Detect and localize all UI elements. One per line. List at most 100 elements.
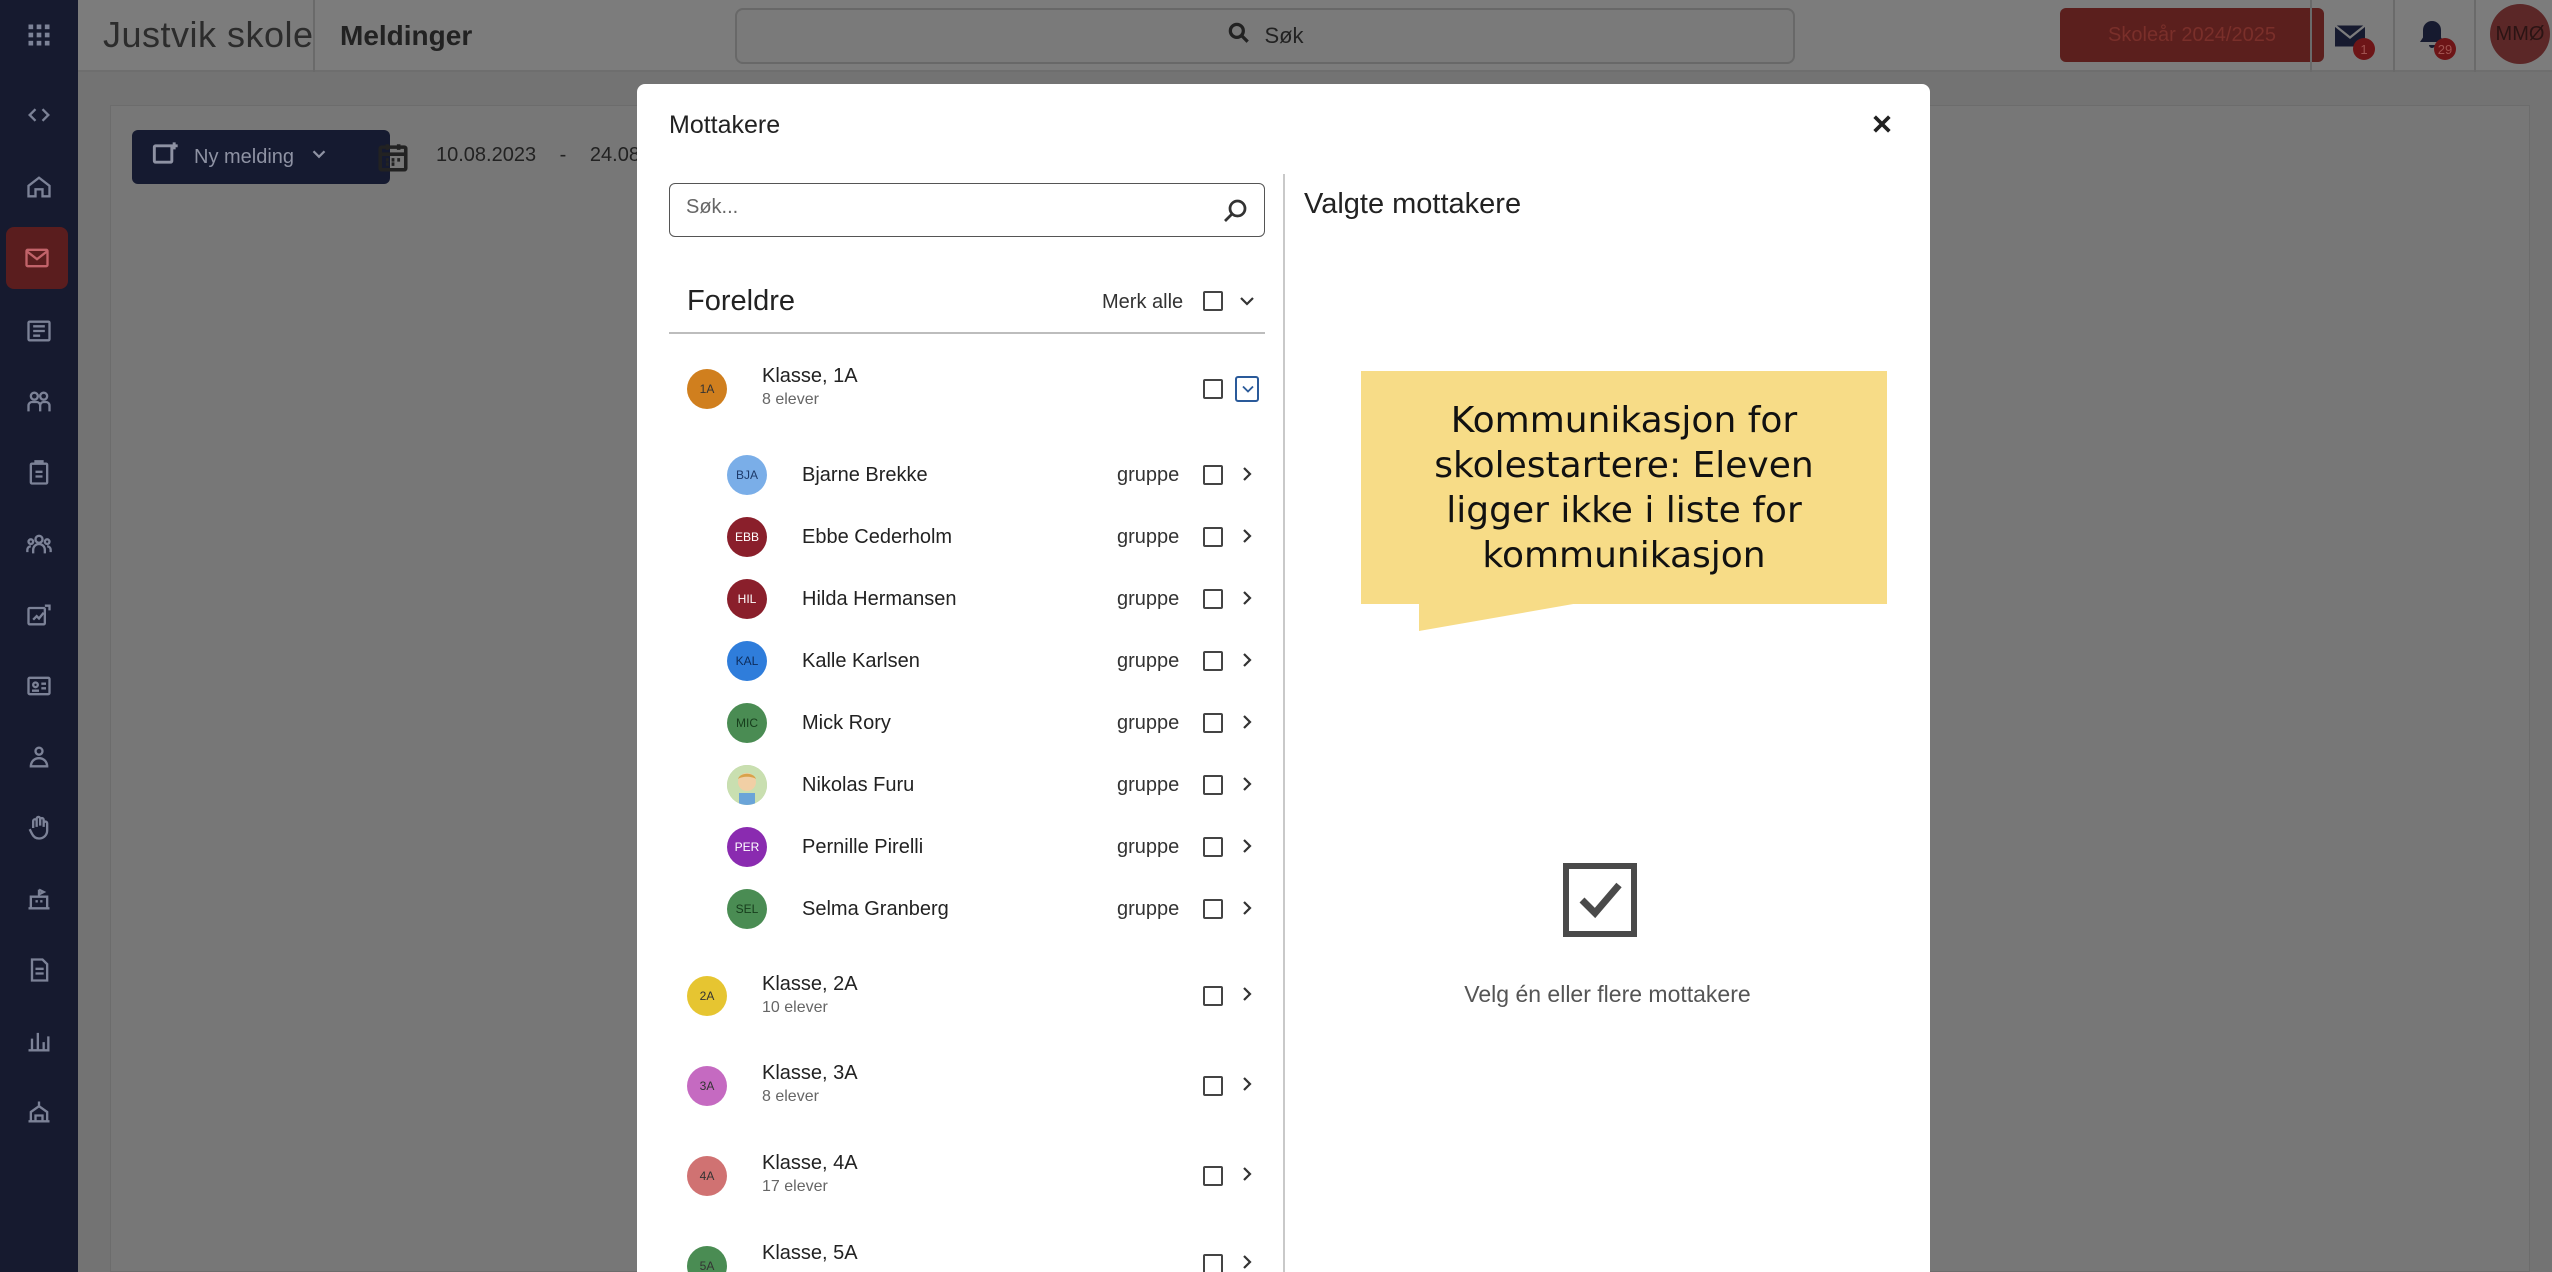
class-checkbox[interactable]	[1203, 1076, 1223, 1096]
school-name[interactable]: Justvik skole	[103, 14, 314, 56]
divider	[2310, 0, 2312, 72]
student-tag: gruppe	[1117, 526, 1180, 548]
expand-collapse-icon[interactable]	[18, 94, 60, 136]
class-name: Klasse, 2A	[762, 973, 858, 995]
class-checkbox[interactable]	[1203, 1254, 1223, 1272]
school-year-button[interactable]: Skoleår 2024/2025	[2060, 8, 2324, 62]
class-avatar: 5A	[687, 1246, 727, 1272]
chevron-right-icon[interactable]	[1235, 710, 1259, 734]
date-range[interactable]: 10.08.2023 - 24.08.	[436, 144, 646, 167]
id-card-icon[interactable]	[18, 665, 60, 707]
student-avatar: HIL	[727, 579, 767, 619]
class-name: Klasse, 3A	[762, 1062, 858, 1084]
student-checkbox[interactable]	[1203, 527, 1223, 547]
chevron-right-icon[interactable]	[1235, 524, 1259, 548]
student-tag: gruppe	[1117, 898, 1180, 920]
student-name: Ebbe Cederholm	[802, 526, 953, 548]
home-icon[interactable]	[18, 166, 60, 208]
student-checkbox[interactable]	[1203, 775, 1223, 795]
search-icon[interactable]	[1220, 196, 1250, 226]
class-avatar: 4A	[687, 1156, 727, 1196]
user-avatar[interactable]: MMØ	[2490, 4, 2550, 64]
class-checkbox[interactable]	[1203, 986, 1223, 1006]
select-all-label: Merk alle	[1102, 291, 1184, 313]
calendar-icon[interactable]	[376, 140, 410, 179]
date-separator: -	[559, 144, 567, 166]
select-all-checkbox[interactable]	[1203, 291, 1223, 311]
mail-icon[interactable]	[6, 227, 68, 289]
chevron-right-icon[interactable]	[1235, 1250, 1259, 1272]
chevron-right-icon[interactable]	[1235, 834, 1259, 858]
student-name: Pernille Pirelli	[802, 836, 924, 858]
new-message-label: Ny melding	[194, 145, 295, 168]
student-name: Kalle Karlsen	[802, 650, 920, 672]
chevron-right-icon[interactable]	[1235, 982, 1259, 1006]
student-avatar: KAL	[727, 641, 767, 681]
student-avatar: BJA	[727, 455, 767, 495]
clipboard-icon[interactable]	[18, 452, 60, 494]
class-name: Klasse, 4A	[762, 1152, 858, 1174]
student-name: Nikolas Furu	[802, 774, 915, 796]
class-count: 10 elever	[762, 999, 828, 1016]
student-checkbox[interactable]	[1203, 899, 1223, 919]
news-icon[interactable]	[18, 310, 60, 352]
class-avatar: 1A	[687, 369, 727, 409]
left-nav-rail	[0, 0, 78, 1272]
recipients-modal: Mottakere Foreldre Merk alle 1A Klasse, …	[637, 84, 1930, 1272]
class-count: 17 elever	[762, 1178, 828, 1195]
chevron-right-icon[interactable]	[1235, 648, 1259, 672]
student-avatar: PER	[727, 827, 767, 867]
recipient-search[interactable]	[669, 183, 1265, 237]
chart-doc-icon[interactable]	[18, 594, 60, 636]
school-icon[interactable]	[18, 878, 60, 920]
class-count: 8 elever	[762, 1088, 819, 1105]
person-icon[interactable]	[18, 736, 60, 778]
student-tag: gruppe	[1117, 836, 1180, 858]
student-tag: gruppe	[1117, 588, 1180, 610]
student-name: Selma Granberg	[802, 898, 949, 920]
apps-grid-icon[interactable]	[18, 14, 60, 56]
student-checkbox[interactable]	[1203, 651, 1223, 671]
document-icon[interactable]	[18, 949, 60, 991]
class-checkbox[interactable]	[1203, 379, 1223, 399]
bar-chart-icon[interactable]	[18, 1020, 60, 1062]
people-icon[interactable]	[18, 381, 60, 423]
chevron-right-icon[interactable]	[1235, 896, 1259, 920]
global-search[interactable]: Søk	[735, 8, 1795, 64]
student-checkbox[interactable]	[1203, 713, 1223, 733]
student-avatar: SEL	[727, 889, 767, 929]
divider	[2474, 0, 2476, 72]
global-search-label: Søk	[1264, 23, 1304, 48]
student-tag: gruppe	[1117, 650, 1180, 672]
class-avatar: 2A	[687, 976, 727, 1016]
student-name: Hilda Hermansen	[802, 588, 957, 610]
chevron-down-icon	[308, 143, 330, 171]
student-name: Mick Rory	[802, 712, 891, 734]
building-icon[interactable]	[18, 1091, 60, 1133]
student-checkbox[interactable]	[1203, 465, 1223, 485]
student-checkbox[interactable]	[1203, 837, 1223, 857]
student-checkbox[interactable]	[1203, 589, 1223, 609]
group-heading-parents: Foreldre	[687, 285, 795, 317]
student-tag: gruppe	[1117, 774, 1180, 796]
student-avatar: EBB	[727, 517, 767, 557]
class-checkbox[interactable]	[1203, 1166, 1223, 1186]
divider	[2393, 0, 2395, 72]
chevron-down-icon[interactable]	[1235, 289, 1259, 313]
student-name: Bjarne Brekke	[802, 464, 928, 486]
chevron-right-icon[interactable]	[1235, 1162, 1259, 1186]
class-name: Klasse, 1A	[762, 365, 858, 387]
chevron-right-icon[interactable]	[1235, 772, 1259, 796]
search-icon	[1226, 20, 1252, 52]
new-message-button[interactable]: Ny melding	[132, 130, 390, 184]
group-icon[interactable]	[18, 523, 60, 565]
chevron-right-icon[interactable]	[1235, 586, 1259, 610]
chevron-right-icon[interactable]	[1235, 1072, 1259, 1096]
page-title: Meldinger	[340, 20, 473, 51]
class-count: 8 elever	[762, 391, 819, 408]
hand-icon[interactable]	[18, 807, 60, 849]
chevron-right-icon[interactable]	[1235, 462, 1259, 486]
chevron-down-icon[interactable]	[1235, 376, 1259, 402]
student-photo-avatar	[727, 765, 767, 805]
recipient-search-input[interactable]	[686, 196, 1186, 219]
